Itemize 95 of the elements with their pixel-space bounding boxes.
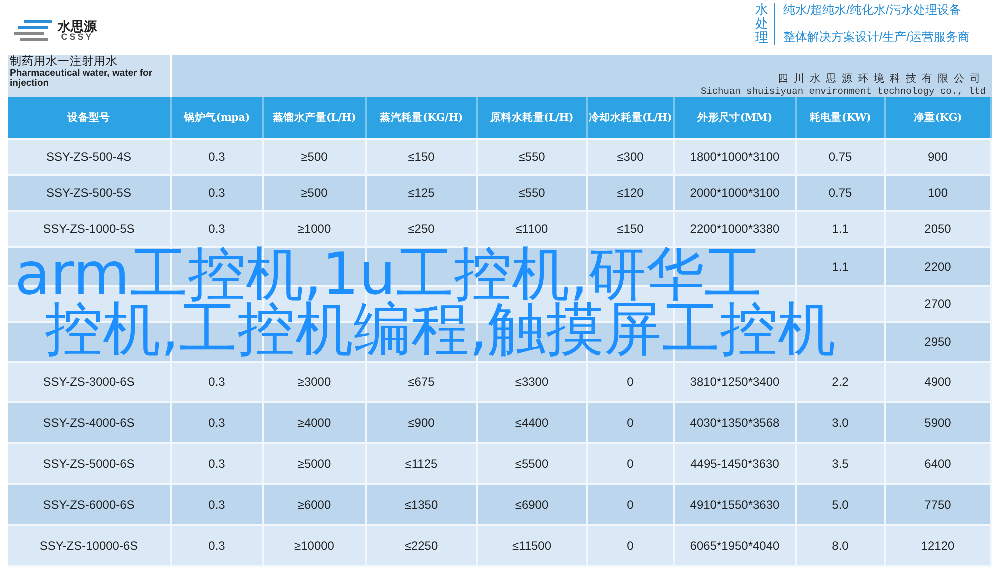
table-cell: ≤150 bbox=[367, 140, 478, 174]
table-cell: 4910*1550*3630 bbox=[675, 485, 797, 524]
table-cell: SSY-ZS-1000-5S bbox=[8, 212, 172, 246]
table-cell: ≤125 bbox=[367, 176, 478, 210]
table-cell: ≤5500 bbox=[478, 444, 588, 483]
table-cell: 5900 bbox=[886, 403, 992, 442]
column-header: 锅炉气(mpa) bbox=[172, 97, 264, 138]
table-cell: 0.3 bbox=[172, 212, 264, 246]
table-cell: ≤2250 bbox=[367, 526, 478, 565]
table-cell: 0 bbox=[588, 363, 675, 401]
table-cell: ≤4400 bbox=[478, 403, 588, 442]
table-cell: 0 bbox=[588, 485, 675, 524]
table-cell: 4900 bbox=[886, 363, 992, 401]
table-cell: 3810*1250*3400 bbox=[675, 363, 797, 401]
table-cell: SSY-ZS-6000-6S bbox=[8, 485, 172, 524]
table-cell: ≤6900 bbox=[478, 485, 588, 524]
table-cell: 0.3 bbox=[172, 485, 264, 524]
table-cell: 2200*1000*3380 bbox=[675, 212, 797, 246]
table-cell: ≤1350 bbox=[367, 485, 478, 524]
company-name-english: Sichuan shuisiyuan environment technology co., ltd bbox=[700, 86, 986, 97]
table-cell: 1800*1000*3100 bbox=[675, 140, 797, 174]
table-cell: ≥4000 bbox=[264, 403, 367, 442]
table-cell: 0.75 bbox=[797, 176, 886, 210]
table-cell: 0.3 bbox=[172, 444, 264, 483]
table-cell: 4495-1450*3630 bbox=[675, 444, 797, 483]
table-cell: SSY-ZS-500-4S bbox=[8, 140, 172, 174]
banner-title: 制药用水一注射用水 bbox=[10, 56, 119, 69]
table-cell: 0.3 bbox=[172, 363, 264, 401]
table-cell: 2050 bbox=[886, 212, 992, 246]
table-cell: 2.2 bbox=[797, 363, 886, 401]
table-cell: 0.3 bbox=[172, 526, 264, 565]
table-cell: 0 bbox=[588, 403, 675, 442]
company-name: 四川水思源环境科技有限公司 bbox=[778, 72, 986, 86]
table-cell: 2200 bbox=[886, 248, 992, 285]
table-cell: 2000*1000*3100 bbox=[675, 176, 797, 210]
table-cell: 6065*1950*4040 bbox=[675, 526, 797, 565]
service-label: 水处理 bbox=[755, 2, 776, 46]
table-cell: 0.3 bbox=[172, 140, 264, 174]
table-cell: 3.0 bbox=[797, 403, 886, 442]
table-cell: 0 bbox=[588, 444, 675, 483]
table-cell: SSY-ZS-3000-6S bbox=[8, 363, 172, 401]
table-cell: ≤250 bbox=[367, 212, 478, 246]
table-cell: ≤550 bbox=[478, 176, 588, 210]
table-cell: 0 bbox=[588, 526, 675, 565]
table-cell: ≤675 bbox=[367, 363, 478, 401]
table-cell: ≤11500 bbox=[478, 526, 588, 565]
table-cell: 4030*1350*3568 bbox=[675, 403, 797, 442]
table-cell: ≥1000 bbox=[264, 212, 367, 246]
banner-subtitle: Pharmaceutical water, water for injection bbox=[10, 68, 154, 90]
service-text: 整体解决方案设计/生产/运营服务商 bbox=[783, 29, 970, 46]
column-header: 蒸馏水产量(L/H) bbox=[264, 97, 367, 138]
table-cell: SSY-ZS-10000-6S bbox=[8, 526, 172, 565]
brand-latin-name: CSSY bbox=[61, 33, 94, 42]
table-cell: 900 bbox=[886, 140, 992, 174]
table-cell: ≤150 bbox=[588, 212, 675, 246]
table-cell: 5.0 bbox=[797, 485, 886, 524]
table-cell: ≤120 bbox=[588, 176, 675, 210]
table-cell: ≤550 bbox=[478, 140, 588, 174]
table-cell: 3.5 bbox=[797, 444, 886, 483]
table-cell: ≤900 bbox=[367, 403, 478, 442]
column-header: 净重(KG) bbox=[886, 97, 992, 138]
table-cell: 12120 bbox=[886, 526, 992, 565]
table-cell: 1.1 bbox=[797, 248, 886, 285]
table-cell: ≤1100 bbox=[478, 212, 588, 246]
table-cell: ≤1125 bbox=[367, 444, 478, 483]
service-text: 纯水/超纯水/纯化水/污水处理设备 bbox=[783, 2, 962, 19]
table-cell: 2700 bbox=[886, 287, 992, 321]
column-header: 设备型号 bbox=[8, 97, 172, 138]
table-cell: 8.0 bbox=[797, 526, 886, 565]
column-header: 耗电量(KW) bbox=[797, 97, 886, 138]
table-cell: ≥6000 bbox=[264, 485, 367, 524]
table-cell: 2950 bbox=[886, 323, 992, 361]
table-cell: ≤300 bbox=[588, 140, 675, 174]
table-cell: 0.75 bbox=[797, 140, 886, 174]
column-header: 冷却水耗量(L/H) bbox=[588, 97, 675, 138]
table-cell: 6400 bbox=[886, 444, 992, 483]
column-header: 外形尺寸(MM) bbox=[675, 97, 797, 138]
table-cell: ≤3300 bbox=[478, 363, 588, 401]
logo-icon bbox=[14, 20, 54, 42]
table-cell: 0.3 bbox=[172, 403, 264, 442]
table-cell: SSY-ZS-5000-6S bbox=[8, 444, 172, 483]
table-cell: 100 bbox=[886, 176, 992, 210]
table-cell: ≥500 bbox=[264, 140, 367, 174]
column-header: 原料水耗量(L/H) bbox=[478, 97, 588, 138]
table-cell: ≥5000 bbox=[264, 444, 367, 483]
table-cell: 1.1 bbox=[797, 212, 886, 246]
table-cell: 0.3 bbox=[172, 176, 264, 210]
table-cell: SSY-ZS-4000-6S bbox=[8, 403, 172, 442]
table-cell: 7750 bbox=[886, 485, 992, 524]
brand-name: 水思源 bbox=[58, 20, 97, 33]
table-cell: SSY-ZS-500-5S bbox=[8, 176, 172, 210]
column-header: 蒸汽耗量(KG/H) bbox=[367, 97, 478, 138]
table-cell: ≥500 bbox=[264, 176, 367, 210]
table-cell: ≥10000 bbox=[264, 526, 367, 565]
table-cell: ≥3000 bbox=[264, 363, 367, 401]
